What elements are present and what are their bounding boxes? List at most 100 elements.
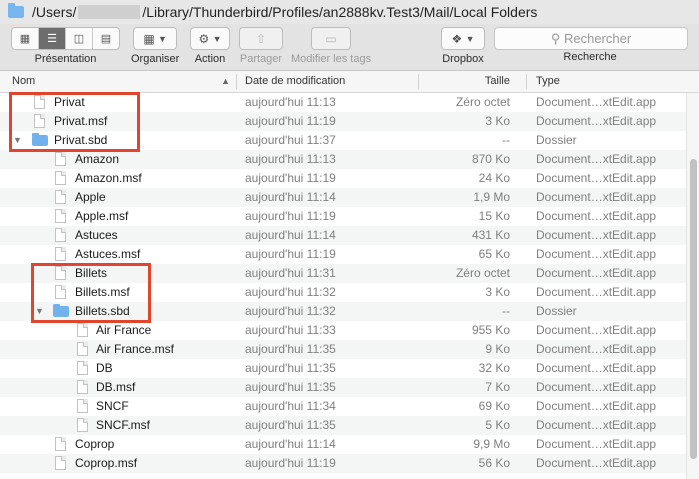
file-size: 3 Ko: [485, 114, 510, 128]
file-date: aujourd'hui 11:31: [245, 266, 336, 280]
icon-view-icon[interactable]: ▦: [12, 28, 39, 49]
list-item[interactable]: Astuces.msf aujourd'hui 11:19 65 Ko Docu…: [0, 245, 686, 264]
file-size: 7 Ko: [485, 380, 510, 394]
document-icon: [55, 228, 66, 242]
path-suffix: /Library/Thunderbird/Profiles/an2888kv.T…: [142, 4, 538, 20]
action-label: Action: [194, 53, 226, 65]
file-kind: Document…xtEdit.app: [536, 114, 657, 128]
file-kind: Document…xtEdit.app: [536, 95, 657, 109]
file-size: Zéro octet: [455, 266, 510, 280]
file-date: aujourd'hui 11:33: [245, 323, 336, 337]
file-kind: Document…xtEdit.app: [536, 399, 657, 413]
file-kind: Document…xtEdit.app: [536, 266, 657, 280]
file-name: Amazon.msf: [75, 171, 142, 185]
file-date: aujourd'hui 11:35: [245, 342, 336, 356]
highlight-box-billets: [31, 263, 151, 323]
tag-icon: ▭: [325, 31, 337, 46]
list-item[interactable]: DB.msf aujourd'hui 11:35 7 Ko Document…x…: [0, 378, 686, 397]
organiser-label: Organiser: [131, 53, 180, 65]
file-date: aujourd'hui 11:19: [245, 171, 336, 185]
column-size[interactable]: Taille: [420, 71, 510, 92]
organiser-group: ▦ ▼ Organiser: [131, 27, 179, 65]
column-view-icon[interactable]: ◫: [66, 28, 93, 49]
document-icon: [77, 361, 88, 375]
document-icon: [77, 399, 88, 413]
list-view-icon[interactable]: ☰: [39, 28, 66, 49]
action-button[interactable]: ⚙ ▼: [190, 27, 230, 50]
list-item[interactable]: Amazon aujourd'hui 11:13 870 Ko Document…: [0, 150, 686, 169]
list-item[interactable]: Coprop aujourd'hui 11:14 9,9 Mo Document…: [0, 435, 686, 454]
file-name: Amazon: [75, 152, 120, 166]
modifier-tags-label: Modifier les tags: [291, 53, 372, 65]
file-date: aujourd'hui 11:34: [245, 399, 336, 413]
file-name: Apple: [75, 190, 106, 204]
column-kind[interactable]: Type: [536, 71, 676, 92]
document-icon: [77, 418, 88, 432]
list-item[interactable]: Air France aujourd'hui 11:33 955 Ko Docu…: [0, 321, 686, 340]
column-divider[interactable]: [236, 74, 237, 89]
edit-tags-button[interactable]: ▭: [311, 27, 352, 50]
list-item[interactable]: SNCF.msf aujourd'hui 11:35 5 Ko Document…: [0, 416, 686, 435]
file-size: 5 Ko: [485, 418, 510, 432]
file-size: 32 Ko: [478, 361, 510, 375]
file-size: 1,9 Mo: [473, 190, 510, 204]
file-size: 955 Ko: [471, 323, 510, 337]
file-date: aujourd'hui 11:19: [245, 209, 336, 223]
dropbox-group: ❖ ▼ Dropbox: [441, 27, 485, 65]
file-size: 3 Ko: [485, 285, 510, 299]
file-size: 24 Ko: [478, 171, 510, 185]
file-kind: Document…xtEdit.app: [536, 380, 657, 394]
presentation-label: Présentation: [34, 53, 97, 65]
document-icon: [77, 380, 88, 394]
vertical-scrollbar[interactable]: [686, 93, 699, 479]
file-kind: Document…xtEdit.app: [536, 171, 657, 185]
search-field[interactable]: ⚲ Rechercher: [494, 27, 688, 50]
column-divider[interactable]: [526, 74, 527, 89]
search-icon: ⚲: [550, 30, 561, 46]
list-item[interactable]: Apple.msf aujourd'hui 11:19 15 Ko Docume…: [0, 207, 686, 226]
chevron-down-icon: ▼: [465, 33, 475, 44]
file-date: aujourd'hui 11:19: [245, 456, 336, 470]
grid-arrange-icon: ▦: [143, 31, 155, 46]
cover-flow-icon[interactable]: ▤: [93, 28, 119, 49]
file-name: DB.msf: [96, 380, 136, 394]
organiser-button[interactable]: ▦ ▼: [133, 27, 178, 50]
file-date: aujourd'hui 11:14: [245, 228, 336, 242]
column-date-label: Date de modification: [245, 75, 346, 87]
chevron-down-icon: ▼: [212, 33, 222, 44]
list-item[interactable]: Air France.msf aujourd'hui 11:35 9 Ko Do…: [0, 340, 686, 359]
redacted-username: [78, 5, 141, 19]
list-item[interactable]: Amazon.msf aujourd'hui 11:19 24 Ko Docum…: [0, 169, 686, 188]
column-header: Nom ▲ Date de modification Taille Type: [0, 71, 699, 93]
file-date: aujourd'hui 11:14: [245, 190, 336, 204]
file-date: aujourd'hui 11:13: [245, 152, 336, 166]
file-kind: Document…xtEdit.app: [536, 456, 657, 470]
file-kind: Dossier: [536, 133, 577, 147]
file-name: SNCF.msf: [96, 418, 150, 432]
column-name[interactable]: Nom ▲: [12, 71, 234, 92]
file-kind: Document…xtEdit.app: [536, 361, 657, 375]
file-size: Zéro octet: [455, 95, 510, 109]
dropbox-button[interactable]: ❖ ▼: [441, 27, 485, 50]
file-kind: Dossier: [536, 304, 577, 318]
partager-group: ⇧ Partager: [239, 27, 283, 65]
list-item[interactable]: Astuces aujourd'hui 11:14 431 Ko Documen…: [0, 226, 686, 245]
file-kind: Document…xtEdit.app: [536, 285, 657, 299]
column-date[interactable]: Date de modification: [245, 71, 415, 92]
file-kind: Document…xtEdit.app: [536, 209, 657, 223]
file-kind: Document…xtEdit.app: [536, 190, 657, 204]
file-kind: Document…xtEdit.app: [536, 323, 657, 337]
list-item[interactable]: DB aujourd'hui 11:35 32 Ko Document…xtEd…: [0, 359, 686, 378]
recherche-label: Recherche: [563, 51, 617, 63]
document-icon: [55, 171, 66, 185]
share-button[interactable]: ⇧: [239, 27, 283, 50]
partager-label: Partager: [239, 53, 283, 65]
scrollbar-thumb[interactable]: [690, 159, 697, 459]
list-item[interactable]: Coprop.msf aujourd'hui 11:19 56 Ko Docum…: [0, 454, 686, 473]
view-mode-segmented: ▦ ☰ ◫ ▤: [11, 27, 120, 50]
file-date: aujourd'hui 11:14: [245, 437, 336, 451]
file-name: Astuces: [75, 228, 118, 242]
list-item[interactable]: SNCF aujourd'hui 11:34 69 Ko Document…xt…: [0, 397, 686, 416]
list-item[interactable]: Apple aujourd'hui 11:14 1,9 Mo Document……: [0, 188, 686, 207]
column-divider[interactable]: [418, 74, 419, 89]
